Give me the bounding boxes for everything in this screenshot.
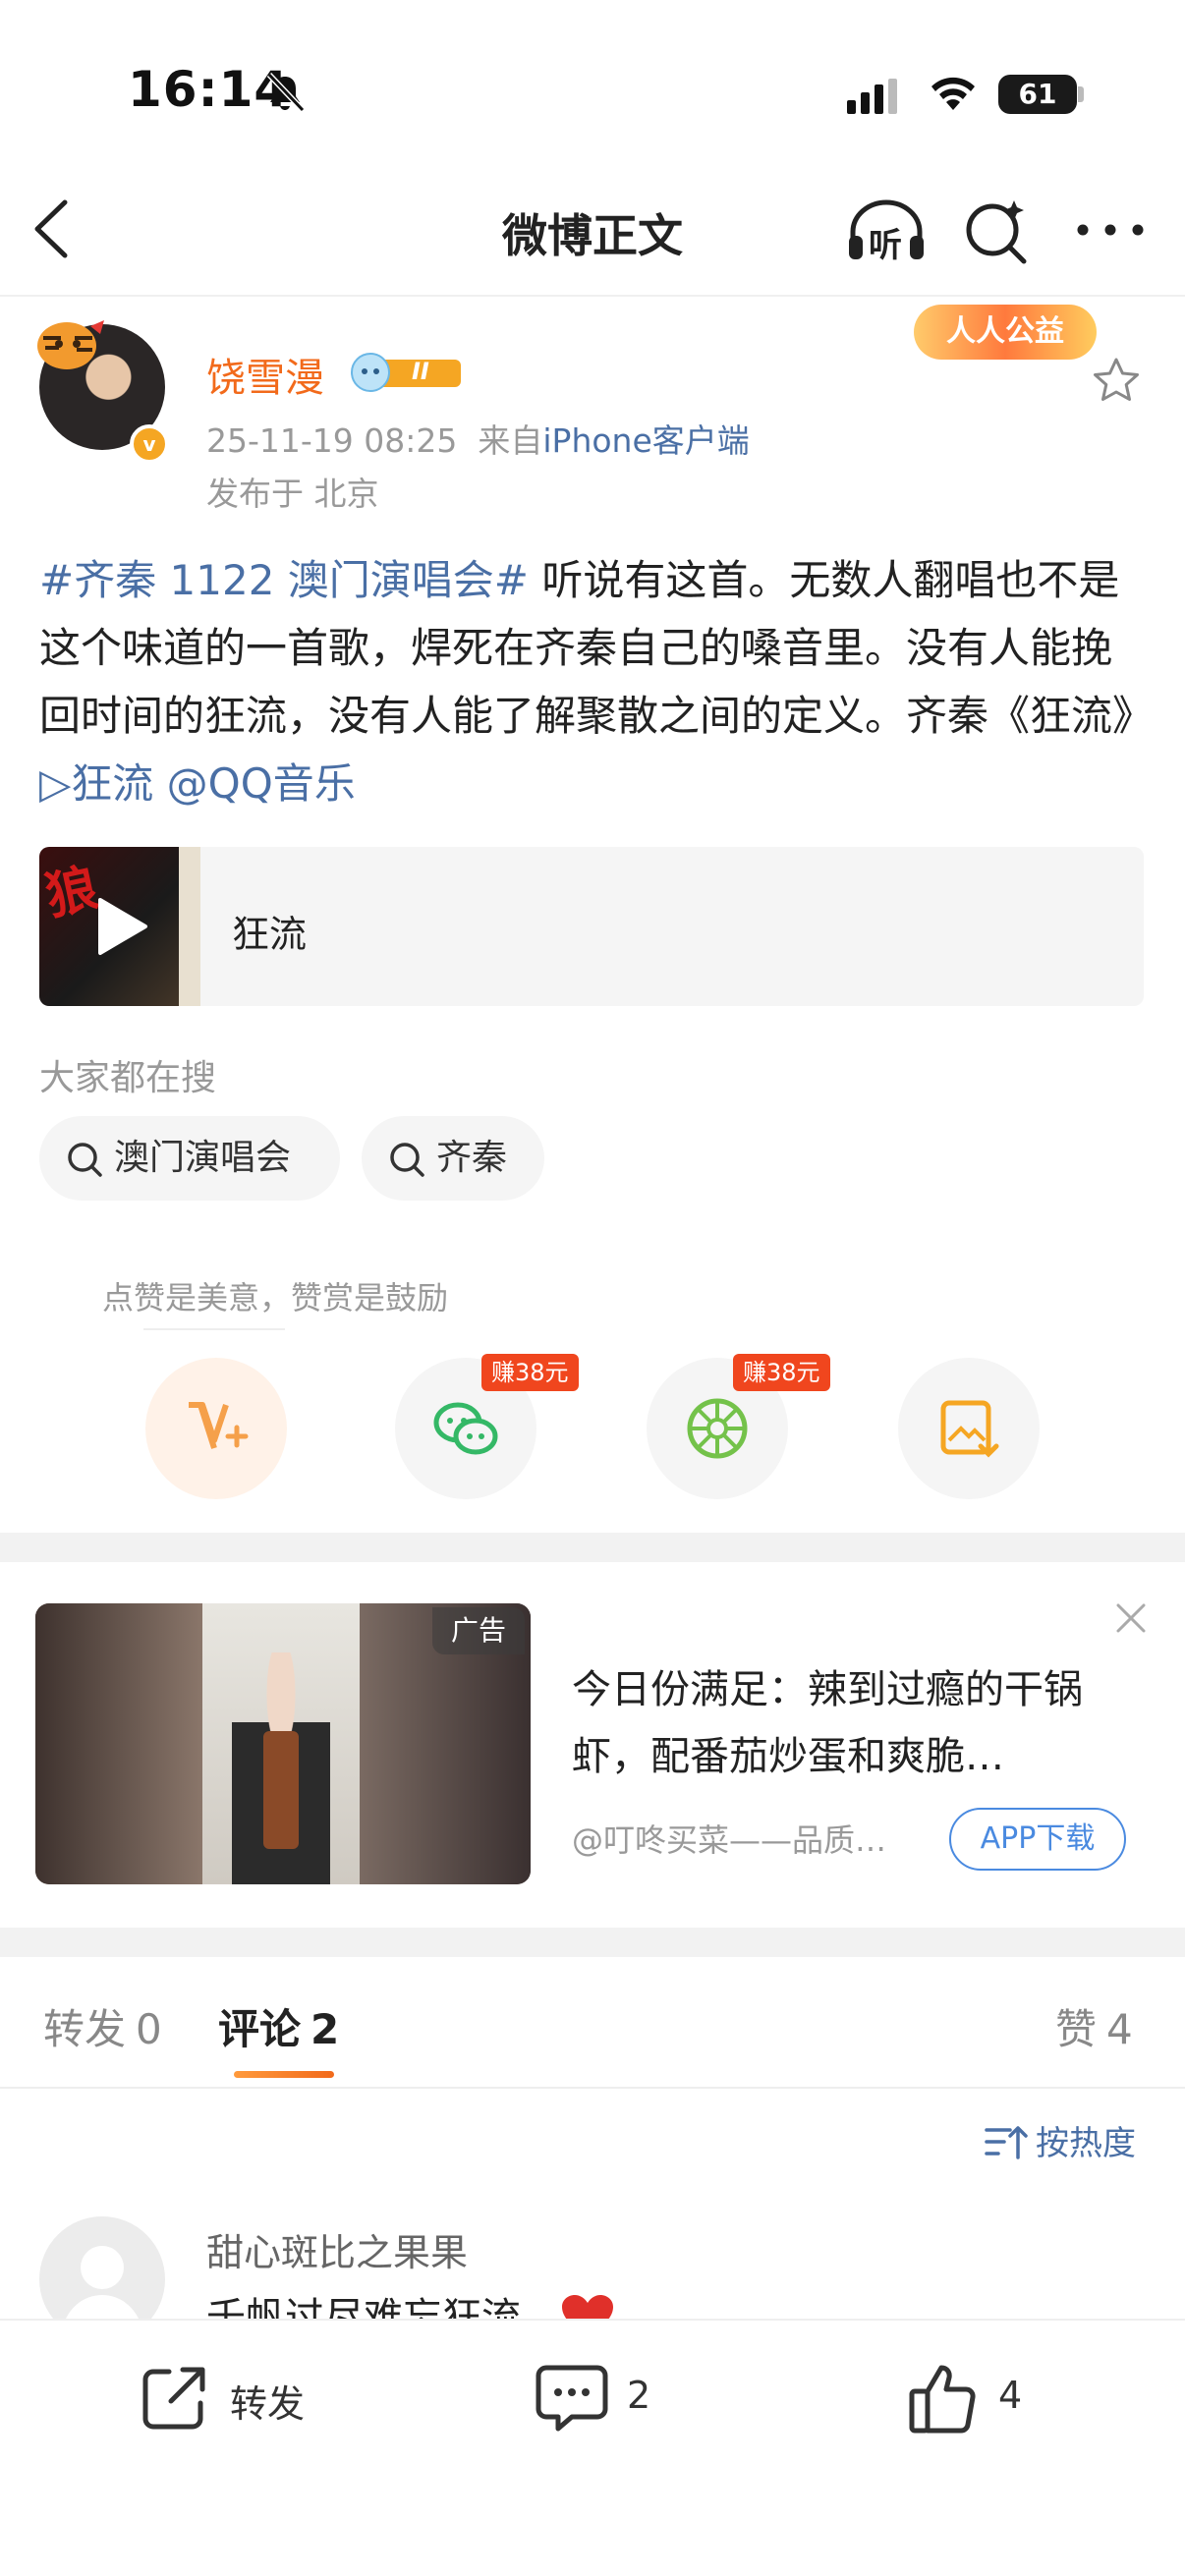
post-source[interactable]: iPhone客户端 [542, 421, 749, 460]
repost-icon [142, 2367, 205, 2430]
post-meta: 25-11-19 08:25 来自iPhone客户端 [206, 415, 750, 462]
tab-likes-label: 赞 [1055, 2005, 1098, 2053]
thumbs-up-icon [909, 2365, 976, 2434]
like-count: 4 [998, 2374, 1023, 2417]
cellular-signal-icon [847, 79, 902, 114]
wechat-icon [433, 1402, 498, 1455]
source-prefix: 来自 [478, 421, 543, 460]
tab-comments[interactable]: 评论 2 [218, 1996, 339, 2056]
tab-likes[interactable]: 赞4 [1055, 1996, 1133, 2056]
close-icon[interactable] [1112, 1599, 1150, 1637]
tab-comments-count: 2 [310, 2005, 340, 2053]
comment-bubble-icon [536, 2365, 608, 2432]
sort-icon[interactable] [985, 2122, 1028, 2161]
search-chip[interactable]: 澳门演唱会 [39, 1116, 340, 1201]
member-level-badge: II [349, 352, 463, 393]
member-level-text: II [412, 358, 429, 385]
post-body: #齐秦 1122 澳门演唱会# 听说有这首。无数人翻唱也不是这个味道的一首歌，焊… [39, 546, 1154, 817]
search-icon [390, 1143, 424, 1177]
section-separator [0, 1928, 1185, 1957]
more-options-icon[interactable] [1071, 208, 1150, 252]
listen-button[interactable]: 听 [845, 195, 928, 265]
ad-tag: 广告 [432, 1607, 525, 1654]
hashtag-link[interactable]: #齐秦 1122 澳门演唱会# [39, 556, 529, 604]
reward-button[interactable] [145, 1358, 287, 1499]
repost-label: 转发 [230, 2382, 306, 2426]
play-icon[interactable] [94, 896, 149, 957]
gongyi-badge[interactable]: 人人公益 [914, 305, 1097, 360]
app-download-button[interactable]: APP下载 [949, 1808, 1126, 1871]
post-location: 发布于 北京 [206, 475, 379, 513]
sort-by-hot-button[interactable]: 按热度 [1036, 2116, 1136, 2164]
reward-hint-underline [143, 1328, 285, 1330]
search-sparkle-icon[interactable] [963, 195, 1032, 265]
tab-likes-count: 4 [1106, 2005, 1133, 2053]
wifi-icon [931, 77, 975, 110]
active-tab-indicator [234, 2071, 334, 2078]
reward-hint: 点赞是美意，赞赏是鼓励 [102, 1279, 449, 1316]
ad-text[interactable]: 今日份满足：辣到过瘾的干锅虾，配番茄炒蛋和爽脆… [572, 1656, 1122, 1790]
reward-v-plus-icon [189, 1402, 249, 1449]
search-chip[interactable]: 齐秦 [362, 1116, 544, 1201]
nav-divider [0, 295, 1185, 297]
tab-reposts-label: 转发 [43, 2005, 127, 2053]
tab-divider [0, 2087, 1185, 2089]
silent-bell-icon [266, 72, 306, 113]
post-date: 25-11-19 08:25 [206, 421, 458, 460]
section-separator [0, 1533, 1185, 1562]
author-name[interactable]: 饶雪漫 [206, 346, 324, 403]
tab-reposts-count: 0 [136, 2005, 162, 2053]
music-title: 狂流 [232, 913, 308, 956]
earn-badge: 赚38元 [481, 1354, 579, 1391]
save-image-button[interactable] [898, 1358, 1040, 1499]
mention-link[interactable]: @QQ音乐 [153, 759, 356, 808]
tiger-pendant-icon [37, 320, 104, 369]
trending-search-header: 大家都在搜 [39, 1058, 217, 1098]
tab-reposts[interactable]: 转发 0 [43, 1996, 162, 2056]
music-link[interactable]: ▷狂流 [39, 759, 153, 808]
ad-source[interactable]: @叮咚买菜——品质… [572, 1816, 926, 1861]
search-chip-label: 齐秦 [436, 1138, 508, 1178]
battery-indicator: 61 [998, 75, 1077, 114]
listen-label: 听 [869, 226, 902, 265]
commenter-name[interactable]: 甜心斑比之果果 [206, 2222, 468, 2276]
verified-badge: v [130, 424, 169, 464]
save-image-icon [940, 1400, 999, 1458]
moments-aperture-icon [687, 1398, 748, 1459]
search-chip-label: 澳门演唱会 [114, 1138, 292, 1178]
comment-count: 2 [627, 2374, 651, 2417]
favorite-star-icon[interactable] [1091, 356, 1142, 407]
earn-badge: 赚38元 [733, 1354, 830, 1391]
search-icon [68, 1143, 102, 1177]
tab-comments-label: 评论 [218, 2005, 302, 2053]
music-card[interactable]: 狼 狂流 [39, 847, 1144, 1006]
battery-cap [1078, 86, 1084, 102]
